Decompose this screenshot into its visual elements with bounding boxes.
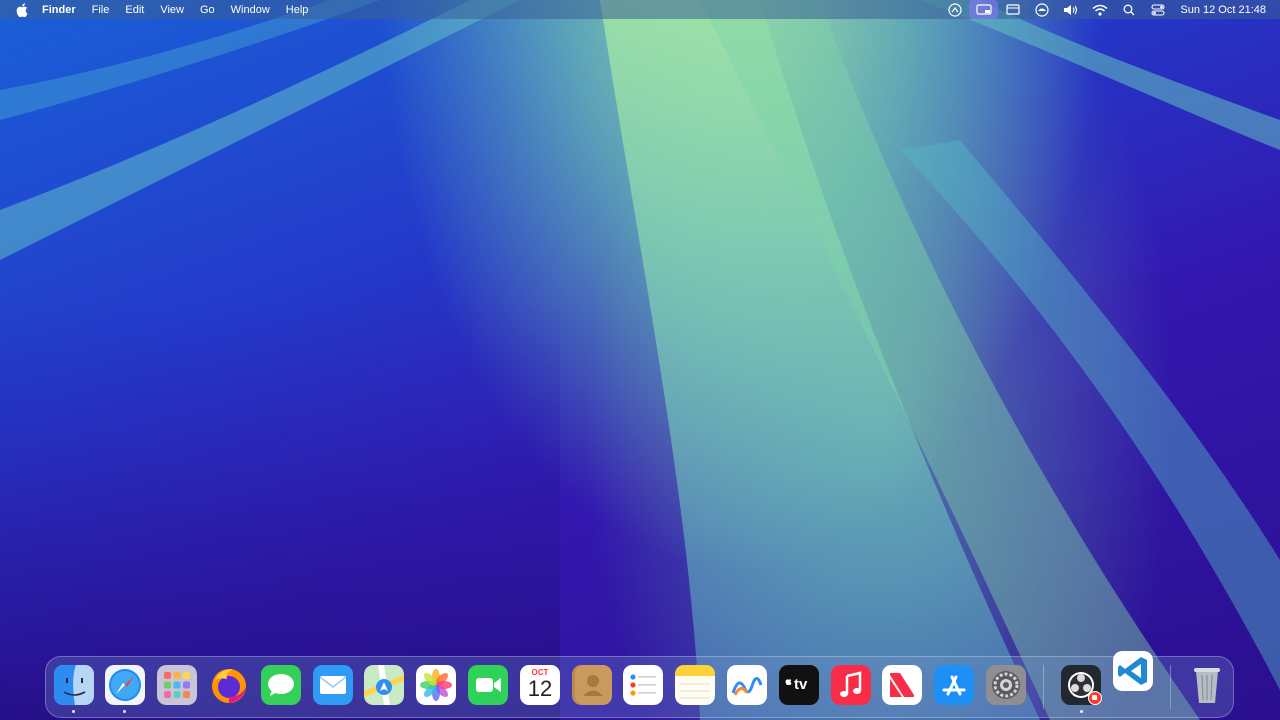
vscode-icon[interactable] [1113, 651, 1153, 691]
maps-icon[interactable] [364, 665, 404, 705]
menu-bar: Finder File Edit View Go Window Help Sun… [0, 0, 1280, 19]
running-indicator [1080, 710, 1083, 713]
firefox-icon[interactable] [209, 665, 249, 705]
stage-manager-icon[interactable] [969, 0, 999, 19]
recording-badge-icon [1088, 691, 1102, 705]
messages-icon[interactable] [261, 665, 301, 705]
tv-icon[interactable]: tv [779, 665, 819, 705]
running-indicator [123, 710, 126, 713]
dock-separator [1170, 665, 1171, 709]
launchpad-icon[interactable] [157, 665, 197, 705]
menu-app-name[interactable]: Finder [42, 4, 76, 16]
menu-go[interactable]: Go [200, 4, 215, 16]
finder-icon[interactable] [54, 665, 94, 705]
volume-icon[interactable] [1056, 0, 1085, 19]
notes-icon[interactable] [675, 665, 715, 705]
news-icon[interactable] [882, 665, 922, 705]
menu-bar-clock[interactable]: Sun 12 Oct 21:48 [1180, 4, 1266, 16]
contacts-icon[interactable] [572, 665, 612, 705]
photos-icon[interactable] [416, 665, 456, 705]
freeform-icon[interactable] [727, 665, 767, 705]
calendar-icon[interactable]: OCT 12 [520, 665, 560, 705]
menu-window[interactable]: Window [231, 4, 270, 16]
mail-icon[interactable] [313, 665, 353, 705]
control-center-icon[interactable] [1143, 0, 1172, 19]
menu-edit[interactable]: Edit [125, 4, 144, 16]
menu-help[interactable]: Help [286, 4, 309, 16]
running-indicator [72, 710, 75, 713]
tv-label: tv [794, 676, 808, 693]
safari-icon[interactable] [105, 665, 145, 705]
app-store-icon[interactable] [934, 665, 974, 705]
music-icon[interactable] [831, 665, 871, 705]
search-icon[interactable] [1114, 0, 1143, 19]
menu-view[interactable]: View [160, 4, 184, 16]
display-icon[interactable] [998, 0, 1027, 19]
menu-file[interactable]: File [92, 4, 110, 16]
settings-icon[interactable] [986, 665, 1026, 705]
screen-mirror-icon[interactable] [940, 0, 969, 19]
vpn-icon[interactable] [1027, 0, 1056, 19]
dock-separator [1043, 665, 1044, 709]
trash-icon[interactable] [1187, 663, 1227, 703]
desktop-wallpaper [0, 0, 1280, 720]
apple-menu-icon[interactable] [14, 2, 30, 17]
dock: OCT 12 tv [45, 651, 1234, 718]
facetime-icon[interactable] [468, 665, 508, 705]
reminders-icon[interactable] [623, 665, 663, 705]
calendar-day: 12 [527, 676, 553, 701]
wifi-icon[interactable] [1085, 0, 1114, 19]
